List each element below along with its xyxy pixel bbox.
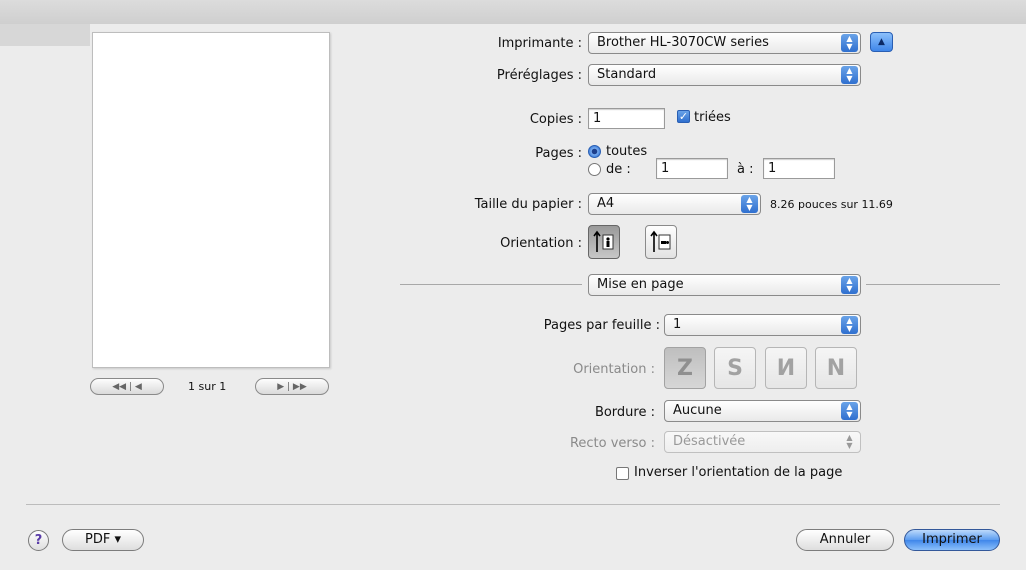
popup-arrows-icon: ▲ ▼ bbox=[846, 433, 853, 450]
paper-size-value: A4 bbox=[597, 196, 615, 211]
paper-size-popup[interactable]: A4 ▲ ▼ bbox=[588, 193, 761, 215]
reverse-orientation-checkbox[interactable] bbox=[616, 467, 629, 480]
preview-first-prev-buttons[interactable]: ◀◀ | ◀ bbox=[90, 378, 164, 395]
section-value: Mise en page bbox=[597, 277, 684, 292]
popup-arrows-icon: ▲ ▼ bbox=[841, 276, 858, 294]
border-label: Bordure : bbox=[594, 405, 655, 420]
pages-from-label: de : bbox=[606, 162, 631, 177]
page-indicator: 1 sur 1 bbox=[188, 380, 227, 393]
pages-from-field[interactable]: 1 bbox=[656, 158, 728, 179]
layout-n-reverse-button[interactable]: И bbox=[765, 347, 807, 389]
pages-per-sheet-label: Pages par feuille : bbox=[543, 318, 660, 333]
two-sided-label: Recto verso : bbox=[569, 436, 655, 451]
pdf-menu-button[interactable]: PDF ▾ bbox=[62, 529, 144, 551]
pages-all-label: toutes bbox=[606, 144, 648, 159]
page-preview bbox=[92, 32, 330, 368]
paper-size-label: Taille du papier : bbox=[474, 197, 582, 212]
footer-separator bbox=[26, 504, 1000, 505]
layout-n-icon: N bbox=[826, 355, 846, 381]
pages-all-radio[interactable] bbox=[588, 145, 601, 158]
checkmark-icon: ✓ bbox=[678, 110, 689, 123]
popup-arrows-icon: ▲ ▼ bbox=[841, 66, 858, 84]
help-button[interactable]: ? bbox=[28, 530, 49, 551]
copies-field[interactable]: 1 bbox=[588, 108, 665, 129]
pages-per-sheet-popup[interactable]: 1 ▲ ▼ bbox=[664, 314, 861, 336]
layout-s-button[interactable]: S bbox=[714, 347, 756, 389]
reverse-orientation-label: Inverser l'orientation de la page bbox=[634, 465, 843, 480]
triangle-up-icon: ▲ bbox=[878, 37, 885, 47]
collapse-disclosure-button[interactable]: ▲ bbox=[870, 32, 893, 52]
collate-checkbox[interactable]: ✓ bbox=[677, 110, 690, 123]
landscape-button[interactable] bbox=[645, 225, 677, 259]
presets-value: Standard bbox=[597, 67, 657, 82]
section-separator-left bbox=[400, 284, 582, 285]
pages-to-label: à : bbox=[737, 162, 754, 177]
printer-popup[interactable]: Brother HL-3070CW series ▲ ▼ bbox=[588, 32, 861, 54]
two-sided-popup[interactable]: Désactivée ▲ ▼ bbox=[664, 431, 861, 453]
next-last-icon: ▶ | ▶▶ bbox=[277, 381, 307, 392]
popup-arrows-icon: ▲ ▼ bbox=[741, 195, 758, 213]
preview-next-last-buttons[interactable]: ▶ | ▶▶ bbox=[255, 378, 329, 395]
print-button[interactable]: Imprimer bbox=[904, 529, 1000, 551]
layout-direction-label: Orientation : bbox=[573, 362, 655, 377]
collate-label: triées bbox=[694, 110, 731, 125]
border-popup[interactable]: Aucune ▲ ▼ bbox=[664, 400, 861, 422]
presets-label: Préréglages : bbox=[496, 68, 582, 83]
popup-arrows-icon: ▲ ▼ bbox=[841, 34, 858, 52]
pages-per-sheet-value: 1 bbox=[673, 317, 682, 332]
two-sided-value: Désactivée bbox=[673, 434, 746, 449]
section-separator-right bbox=[866, 284, 1000, 285]
first-prev-icon: ◀◀ | ◀ bbox=[112, 381, 142, 392]
popup-arrows-icon: ▲ ▼ bbox=[841, 402, 858, 420]
portrait-button[interactable] bbox=[588, 225, 620, 259]
pages-range-radio[interactable] bbox=[588, 163, 601, 176]
paper-dimensions: 8.26 pouces sur 11.69 bbox=[770, 198, 893, 211]
layout-z-icon: Z bbox=[677, 355, 693, 381]
printer-label: Imprimante : bbox=[497, 36, 582, 51]
landscape-icon bbox=[650, 230, 671, 252]
layout-s-icon: S bbox=[727, 355, 743, 381]
portrait-icon bbox=[593, 230, 614, 252]
document-ruler bbox=[0, 24, 90, 46]
orientation-label: Orientation : bbox=[500, 236, 582, 251]
printer-value: Brother HL-3070CW series bbox=[597, 35, 769, 50]
cancel-button[interactable]: Annuler bbox=[796, 529, 894, 551]
copies-label: Copies : bbox=[529, 112, 582, 127]
window-top-strip bbox=[0, 0, 1026, 24]
layout-n-reverse-icon: И bbox=[776, 355, 796, 381]
layout-n-button[interactable]: N bbox=[815, 347, 857, 389]
border-value: Aucune bbox=[673, 403, 722, 418]
pages-to-field[interactable]: 1 bbox=[763, 158, 835, 179]
layout-z-button[interactable]: Z bbox=[664, 347, 706, 389]
presets-popup[interactable]: Standard ▲ ▼ bbox=[588, 64, 861, 86]
popup-arrows-icon: ▲ ▼ bbox=[841, 316, 858, 334]
section-popup[interactable]: Mise en page ▲ ▼ bbox=[588, 274, 861, 296]
pages-label: Pages : bbox=[535, 146, 582, 161]
